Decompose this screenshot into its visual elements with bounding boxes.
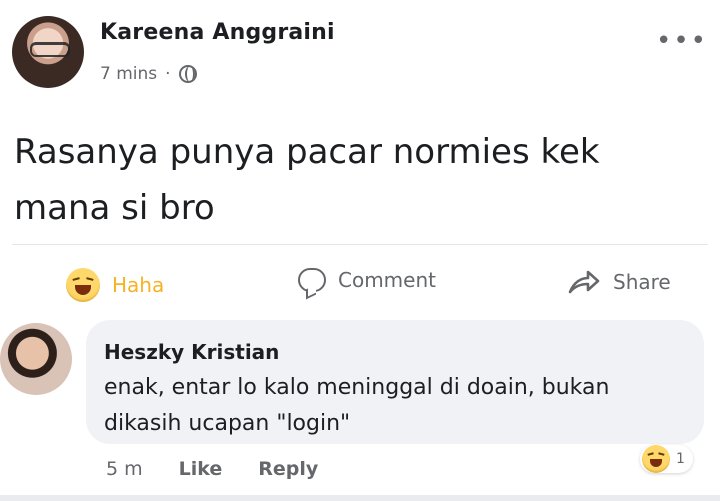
more-options-icon[interactable]: ••• — [656, 26, 708, 56]
comment-item: Heszky Kristian enak, entar lo kalo meni… — [0, 320, 720, 500]
commenter-name[interactable]: Heszky Kristian — [104, 340, 279, 364]
post-text-line-2: mana si bro — [14, 188, 215, 228]
globe-icon[interactable] — [178, 65, 197, 83]
haha-reaction-button[interactable]: Haha — [66, 268, 164, 302]
comment-button[interactable]: Comment — [298, 268, 436, 292]
share-icon — [568, 270, 600, 294]
comment-text-line-1: enak, entar lo kalo meninggal di doain, … — [104, 375, 610, 400]
haha-emoji-icon — [66, 268, 100, 302]
comment-label: Comment — [338, 268, 436, 292]
bottom-divider — [0, 495, 720, 501]
author-avatar[interactable] — [12, 16, 84, 88]
comment-text-line-2: dikasih ucapan "login" — [104, 411, 351, 436]
comment-time[interactable]: 5 m — [106, 458, 143, 480]
comment-like-button[interactable]: Like — [179, 458, 223, 480]
share-label: Share — [613, 270, 671, 294]
haha-reaction-label: Haha — [112, 273, 165, 297]
post-actions-bar: Haha Comment Share — [0, 260, 720, 312]
comment-bubble: Heszky Kristian enak, entar lo kalo meni… — [86, 320, 704, 444]
meta-separator: · — [165, 64, 171, 84]
post-text-line-1: Rasanya punya pacar normies kek — [14, 132, 600, 172]
avatar-glasses — [30, 42, 70, 57]
comment-icon — [298, 268, 326, 292]
comment-reaction-count: 1 — [676, 451, 685, 467]
commenter-avatar[interactable] — [0, 323, 72, 395]
comment-actions: 5 m Like Reply — [106, 458, 318, 480]
post-divider — [12, 244, 708, 245]
share-button[interactable]: Share — [567, 268, 671, 296]
post-timestamp[interactable]: 7 mins — [100, 64, 157, 84]
comment-reply-button[interactable]: Reply — [258, 458, 318, 480]
comment-text: enak, entar lo kalo meninggal di doain, … — [104, 370, 694, 442]
post-header: Kareena Anggraini 7 mins · ••• — [12, 12, 708, 92]
haha-emoji-icon — [642, 445, 670, 473]
post-author-name[interactable]: Kareena Anggraini — [100, 20, 335, 45]
post-meta: 7 mins · — [100, 64, 197, 84]
comment-reaction-badge[interactable]: 1 — [640, 445, 693, 473]
post-text: Rasanya punya pacar normies kek mana si … — [14, 124, 694, 236]
